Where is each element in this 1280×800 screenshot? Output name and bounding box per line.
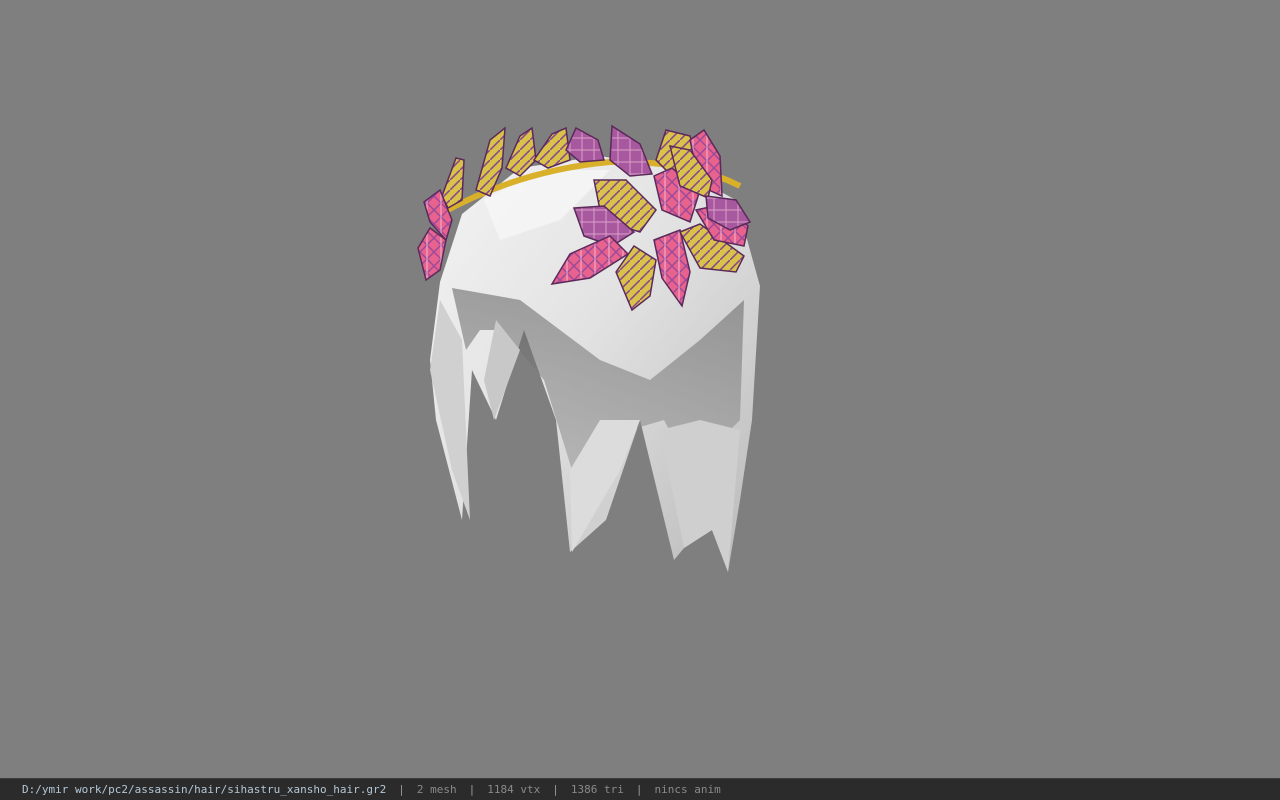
triangle-count-label: 1386 tri — [570, 783, 624, 796]
animation-status-label: nincs anim — [654, 783, 721, 796]
3d-viewport[interactable] — [0, 0, 1280, 778]
status-bar: D:/ymir work/pc2/assassin/hair/sihastru_… — [0, 778, 1280, 800]
vertex-count-label: 1184 vtx — [487, 783, 541, 796]
status-separator: | — [468, 783, 476, 796]
file-path-label: D:/ymir work/pc2/assassin/hair/sihastru_… — [22, 783, 387, 796]
mesh-count-label: 2 mesh — [416, 783, 457, 796]
status-separator: | — [398, 783, 405, 796]
model-render — [417, 124, 760, 572]
status-separator: | — [635, 783, 643, 796]
status-separator: | — [552, 783, 559, 796]
